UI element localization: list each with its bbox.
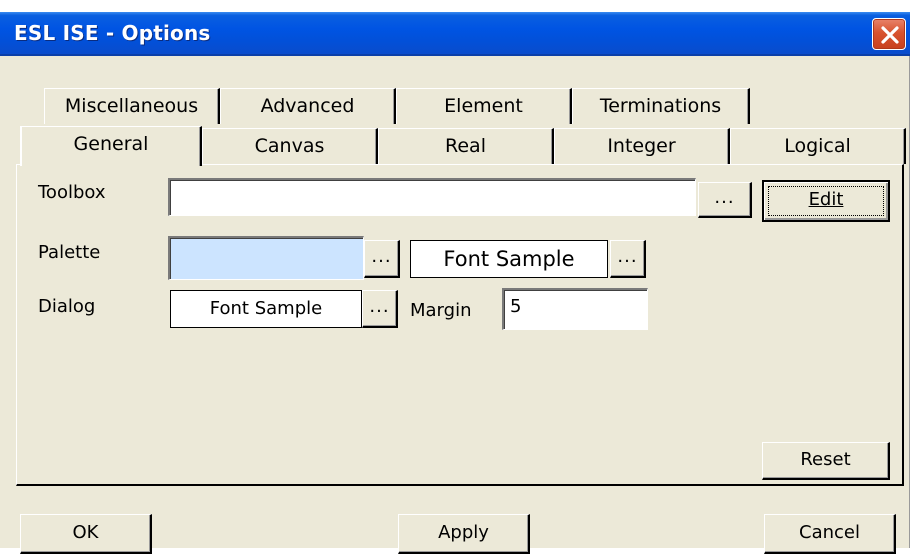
tab-canvas[interactable]: Canvas (202, 128, 378, 164)
edit-button[interactable]: Edit (762, 180, 890, 222)
palette-font-sample-text: Font Sample (443, 247, 575, 271)
edit-label: Edit (808, 189, 844, 210)
tab-logical[interactable]: Logical (730, 128, 906, 164)
reset-button[interactable]: Reset (762, 442, 890, 480)
toolbox-label: Toolbox (38, 182, 106, 203)
margin-label: Margin (410, 300, 472, 321)
palette-label: Palette (38, 242, 101, 263)
margin-value: 5 (510, 296, 522, 317)
tab-element[interactable]: Element (396, 88, 572, 124)
ok-label: OK (72, 522, 99, 543)
title-bar: ESL ISE - Options (0, 12, 910, 56)
dialog-font-sample-text: Font Sample (209, 298, 323, 319)
tab-advanced[interactable]: Advanced (220, 88, 396, 124)
dialog-font-browse-button[interactable]: ... (362, 290, 398, 328)
palette-font-browse-button[interactable]: ... (610, 240, 646, 278)
close-button[interactable] (872, 18, 906, 50)
tab-general[interactable]: General (20, 126, 202, 166)
palette-color-browse-button[interactable]: ... (364, 240, 400, 278)
palette-color-swatch[interactable] (168, 236, 364, 280)
reset-label: Reset (800, 449, 851, 470)
tab-integer[interactable]: Integer (554, 128, 730, 164)
dialog-label: Dialog (38, 296, 96, 317)
window-title: ESL ISE - Options (14, 21, 211, 45)
toolbox-input[interactable] (168, 178, 696, 216)
apply-label: Apply (438, 522, 489, 543)
apply-button[interactable]: Apply (398, 514, 530, 554)
tab-real[interactable]: Real (378, 128, 554, 164)
close-icon (881, 26, 899, 44)
options-dialog: ESL ISE - Options Miscellaneous Advanced… (0, 12, 910, 554)
ok-button[interactable]: OK (20, 514, 152, 554)
cancel-button[interactable]: Cancel (764, 514, 896, 554)
tab-terminations[interactable]: Terminations (572, 88, 750, 124)
tab-miscellaneous[interactable]: Miscellaneous (44, 88, 220, 124)
toolbox-browse-button[interactable]: ... (698, 182, 752, 218)
dialog-font-sample: Font Sample (170, 290, 362, 328)
palette-font-sample: Font Sample (410, 240, 608, 278)
cancel-label: Cancel (799, 522, 860, 543)
margin-input[interactable]: 5 (502, 288, 648, 330)
